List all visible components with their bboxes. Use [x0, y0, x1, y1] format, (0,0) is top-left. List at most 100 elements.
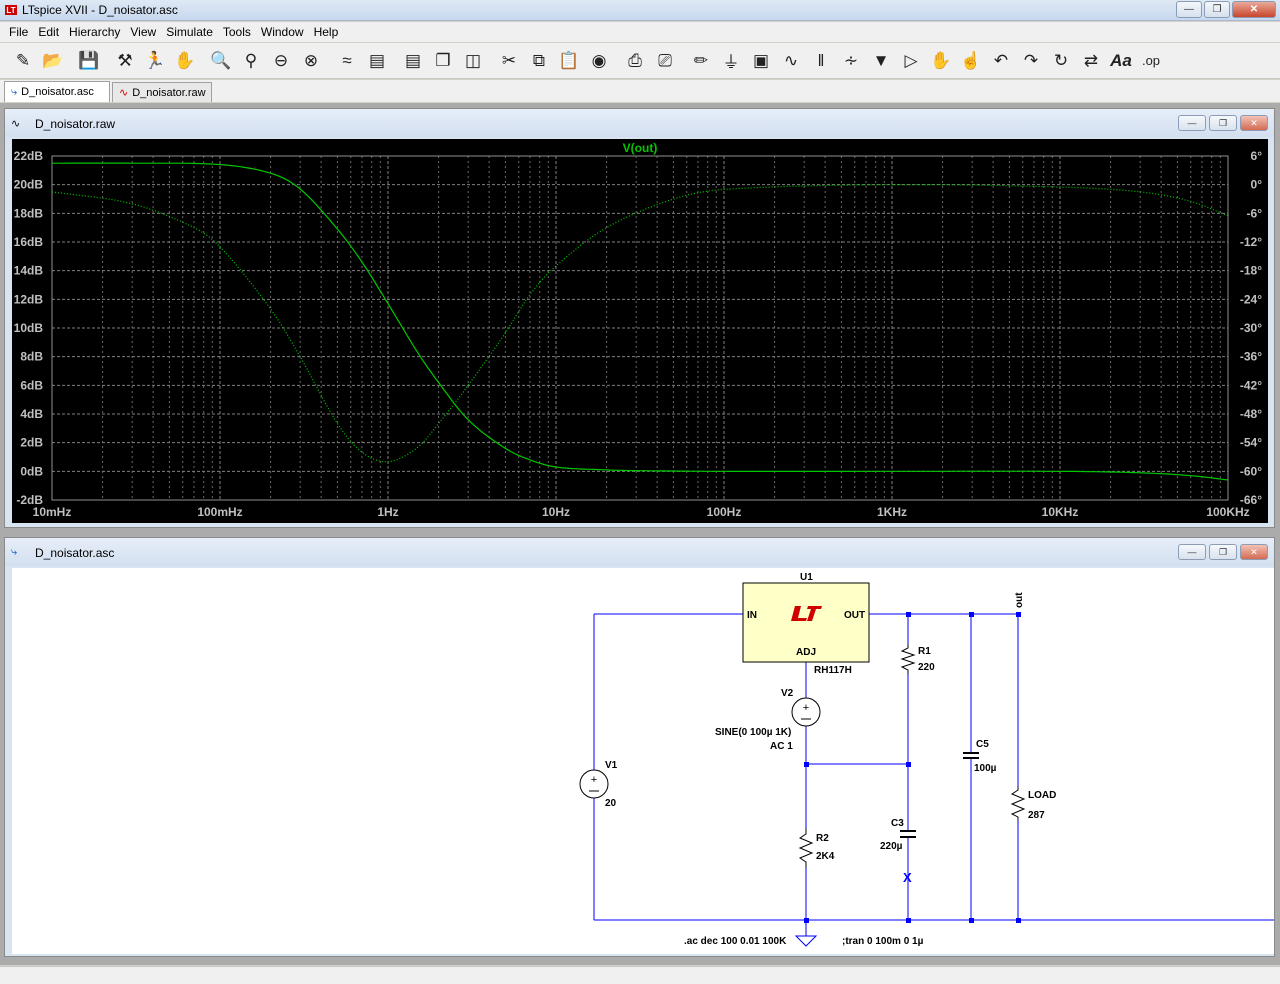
halt-hand-icon[interactable]: ✋: [170, 46, 200, 76]
resistor-load[interactable]: [1010, 786, 1026, 820]
v1-source[interactable]: +: [579, 769, 609, 799]
text-icon[interactable]: Aa: [1106, 46, 1136, 76]
waveform-close-button[interactable]: ✕: [1240, 115, 1268, 131]
move-hand-icon[interactable]: ✋: [926, 46, 956, 76]
paste-icon[interactable]: 📋: [554, 46, 584, 76]
resistor-r1[interactable]: [900, 644, 916, 674]
menu-view[interactable]: View: [125, 25, 161, 39]
bode-plot[interactable]: V(out) 10mHz 100mHz 1Hz 10Hz 100Hz 1KHz 10KHz 1…: [12, 139, 1268, 523]
drag-hand-icon[interactable]: ☝: [956, 46, 986, 76]
cascade-icon[interactable]: ❐: [428, 46, 458, 76]
cut-icon[interactable]: ✂: [494, 46, 524, 76]
zoom-in-icon[interactable]: 🔍: [206, 46, 236, 76]
capacitor-c3[interactable]: [900, 830, 916, 838]
y-tick-label: 6dB: [20, 378, 43, 392]
schematic-canvas[interactable]: U1 IN OUT ADJ RH117H + V2 SINE(0 100µ 1K…: [12, 568, 1274, 954]
y-tick-label: 10dB: [14, 321, 44, 335]
label-net-icon[interactable]: ▣: [746, 46, 776, 76]
tile-horizontal-icon[interactable]: ▤: [398, 46, 428, 76]
menu-tools[interactable]: Tools: [218, 25, 256, 39]
r2-value: 2K4: [816, 851, 835, 862]
net-label-out[interactable]: out: [1014, 592, 1025, 608]
print-icon[interactable]: ⎙: [620, 46, 650, 76]
u1-ref: U1: [800, 572, 813, 583]
draw-wire-icon[interactable]: ✏: [686, 46, 716, 76]
maximize-button[interactable]: ❐: [1204, 1, 1230, 18]
trace-label[interactable]: V(out): [623, 141, 658, 155]
ground-icon[interactable]: ⏚: [716, 46, 746, 76]
tab-waveform[interactable]: ∿ D_noisator.raw: [112, 82, 212, 102]
ground-symbol: [794, 935, 818, 947]
menu-help[interactable]: Help: [309, 25, 344, 39]
x-tick-label: 1Hz: [377, 505, 398, 519]
title-bar: LT LTspice XVII - D_noisator.asc — ❐ ✕: [0, 0, 1280, 21]
menu-edit[interactable]: Edit: [33, 25, 64, 39]
mirror-icon[interactable]: ⇄: [1076, 46, 1106, 76]
schematic-window-titlebar[interactable]: ⤷ D_noisator.asc — ❐ ✕: [5, 538, 1274, 566]
resistor-r2[interactable]: [798, 828, 814, 868]
minimize-button[interactable]: —: [1176, 1, 1202, 18]
y2-tick-label: -60°: [1240, 464, 1262, 478]
copy-icon[interactable]: ⧉: [524, 46, 554, 76]
y2-tick-label: -24°: [1240, 292, 1262, 306]
waveform-icon: ∿: [11, 118, 21, 130]
pan-icon[interactable]: ⚲: [236, 46, 266, 76]
schematic-close-button[interactable]: ✕: [1240, 544, 1268, 560]
redo-icon[interactable]: ↷: [1016, 46, 1046, 76]
schematic-window-title: D_noisator.asc: [35, 546, 115, 560]
rotate-icon[interactable]: ↻: [1046, 46, 1076, 76]
v1-ref: V1: [605, 760, 618, 771]
print-preview-icon[interactable]: ⎚: [650, 46, 680, 76]
control-panel-icon[interactable]: ⚒: [110, 46, 140, 76]
inductor-icon[interactable]: ∻: [836, 46, 866, 76]
schematic-minimize-button[interactable]: —: [1178, 544, 1206, 560]
undo-icon[interactable]: ↶: [986, 46, 1016, 76]
toolbar: ✎ 📂 💾 ⚒ 🏃 ✋ 🔍 ⚲ ⊖ ⊗ ≈ ▤ ▤ ❐ ◫ ✂ ⧉ 📋 ◉ ⎙ …: [0, 43, 1280, 79]
y-tick-label: 12dB: [14, 292, 44, 306]
x-tick-label: 100mHz: [197, 505, 242, 519]
waveform-tab-icon: ∿: [119, 87, 129, 99]
diode-icon[interactable]: ▼: [866, 46, 896, 76]
run-icon[interactable]: 🏃: [140, 46, 170, 76]
menu-simulate[interactable]: Simulate: [161, 25, 218, 39]
waveform-minimize-button[interactable]: —: [1178, 115, 1206, 131]
plot-settings-icon[interactable]: ▤: [362, 46, 392, 76]
save-icon[interactable]: 💾: [74, 46, 104, 76]
menu-window[interactable]: Window: [256, 25, 309, 39]
spice-directive-icon[interactable]: .op: [1136, 46, 1166, 76]
menu-file[interactable]: File: [4, 25, 33, 39]
capacitor-c5[interactable]: [963, 752, 979, 759]
tile-vertical-icon[interactable]: ◫: [458, 46, 488, 76]
y-tick-label: 8dB: [20, 350, 43, 364]
svg-text:LT: LT: [6, 6, 15, 15]
close-button[interactable]: ✕: [1232, 1, 1276, 18]
zoom-fit-icon[interactable]: ⊗: [296, 46, 326, 76]
y2-tick-label: -18°: [1240, 264, 1262, 278]
waveform-window-titlebar[interactable]: ∿ D_noisator.raw — ❐ ✕: [5, 109, 1274, 137]
tab-schematic[interactable]: ⤷ D_noisator.asc: [4, 81, 110, 102]
find-binoculars-icon[interactable]: ◉: [584, 46, 614, 76]
capacitor-icon[interactable]: ‖: [806, 46, 836, 76]
magnitude-trace: [52, 162, 1229, 481]
y2-tick-label: -30°: [1240, 321, 1262, 335]
tran-directive[interactable]: ;tran 0 100m 0 1µ: [842, 936, 924, 947]
v2-source[interactable]: +: [791, 697, 821, 727]
r1-value: 220: [918, 662, 935, 673]
y2-tick-label: -12°: [1240, 235, 1262, 249]
resistor-icon[interactable]: ∿: [776, 46, 806, 76]
open-folder-icon[interactable]: 📂: [38, 46, 68, 76]
new-schematic-icon[interactable]: ✎: [8, 46, 38, 76]
menu-hierarchy[interactable]: Hierarchy: [64, 25, 125, 39]
waveform-maximize-button[interactable]: ❐: [1209, 115, 1237, 131]
x-tick-label: 100KHz: [1206, 505, 1249, 519]
schematic-drawing[interactable]: U1 IN OUT ADJ RH117H + V2 SINE(0 100µ 1K…: [12, 568, 1274, 954]
autorange-icon[interactable]: ≈: [332, 46, 362, 76]
ac-directive[interactable]: .ac dec 100 0.01 100K: [684, 936, 787, 947]
schematic-maximize-button[interactable]: ❐: [1209, 544, 1237, 560]
component-icon[interactable]: ▷: [896, 46, 926, 76]
zoom-out-icon[interactable]: ⊖: [266, 46, 296, 76]
y-tick-label: 20dB: [14, 178, 44, 192]
r1-ref: R1: [918, 646, 931, 657]
tab-label: D_noisator.asc: [21, 86, 94, 98]
plot-area[interactable]: V(out) 10mHz 100mHz 1Hz 10Hz 100Hz 1KHz 10KHz 1…: [12, 139, 1268, 523]
